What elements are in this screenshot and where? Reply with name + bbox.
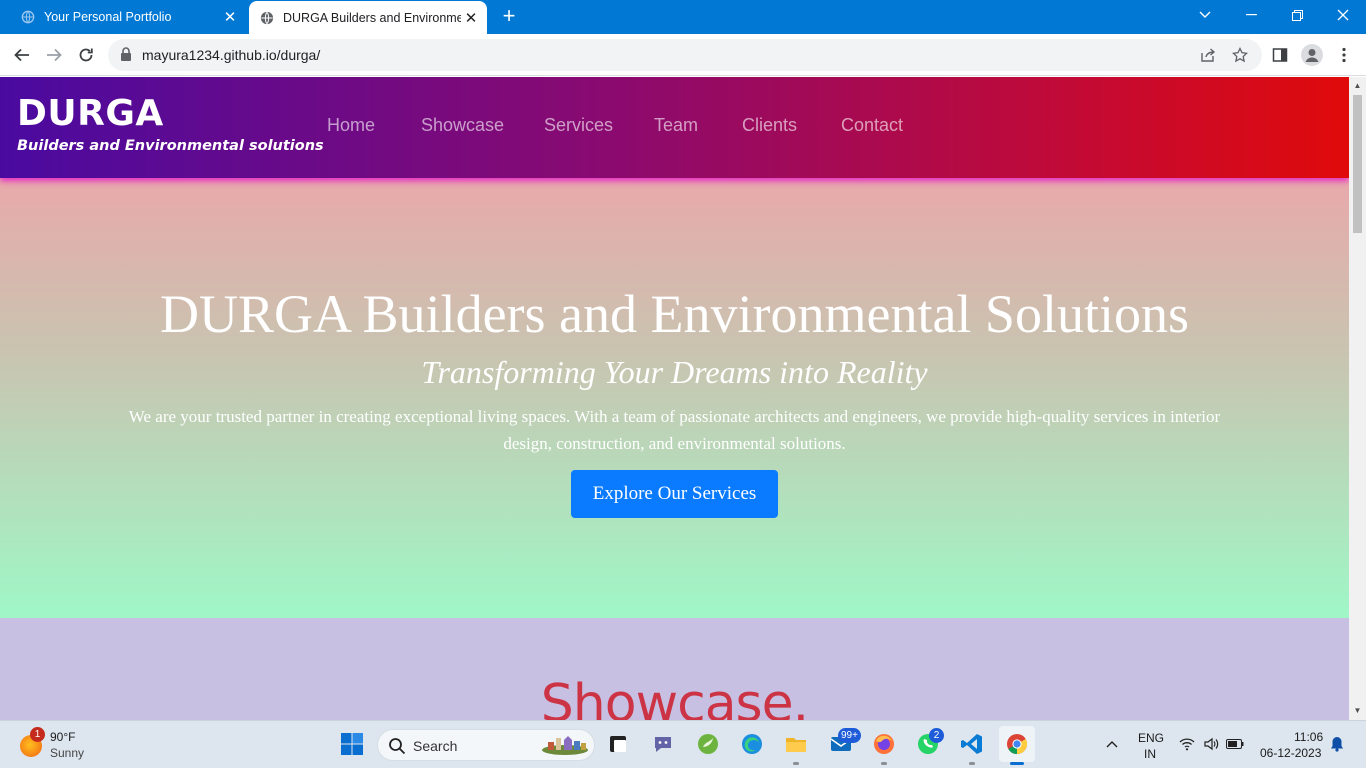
site-header: DURGA Builders and Environmental solutio… bbox=[0, 77, 1349, 178]
search-highlight-art-icon bbox=[540, 734, 590, 756]
running-indicator bbox=[969, 762, 975, 765]
page-viewport: DURGA Builders and Environmental solutio… bbox=[0, 77, 1349, 720]
tab-portfolio[interactable]: Your Personal Portfolio ✕ bbox=[8, 0, 246, 34]
wifi-icon[interactable] bbox=[1174, 729, 1200, 759]
globe-icon bbox=[259, 10, 275, 26]
nav-link-clients[interactable]: Clients bbox=[742, 115, 797, 136]
chrome-icon[interactable] bbox=[999, 726, 1035, 762]
tab-title: Your Personal Portfolio bbox=[44, 10, 172, 24]
task-view-icon[interactable] bbox=[603, 729, 633, 759]
share-icon[interactable] bbox=[1198, 45, 1218, 65]
brand-tagline: Builders and Environmental solutions bbox=[17, 138, 324, 154]
hero-description: We are your trusted partner in creating … bbox=[128, 407, 1221, 453]
close-tab-icon[interactable]: ✕ bbox=[220, 7, 240, 27]
search-placeholder: Search bbox=[413, 738, 458, 754]
spring-tool-icon[interactable] bbox=[693, 729, 723, 759]
active-indicator bbox=[1010, 762, 1024, 765]
chat-icon[interactable] bbox=[648, 729, 678, 759]
whatsapp-badge: 2 bbox=[929, 728, 944, 743]
scrollbar-thumb[interactable] bbox=[1353, 95, 1362, 233]
weather-badge: 1 bbox=[30, 727, 45, 742]
reload-icon[interactable] bbox=[72, 41, 100, 69]
nav-link-contact[interactable]: Contact bbox=[841, 115, 903, 136]
url-text[interactable]: mayura1234.github.io/durga/ bbox=[142, 47, 320, 63]
weather-temp: 90°F bbox=[50, 730, 76, 744]
browser-tab-strip: Your Personal Portfolio ✕ DURGA Builders… bbox=[0, 0, 1366, 34]
volume-icon[interactable] bbox=[1198, 729, 1224, 759]
brand-name: DURGA bbox=[17, 93, 164, 134]
more-menu-icon[interactable] bbox=[1330, 41, 1358, 69]
bookmark-star-icon[interactable] bbox=[1230, 45, 1250, 65]
minimize-button[interactable] bbox=[1228, 0, 1274, 30]
file-explorer-icon[interactable] bbox=[781, 729, 811, 759]
nav-link-showcase[interactable]: Showcase bbox=[421, 115, 504, 136]
hero-section: DURGA Builders and Environmental Solutio… bbox=[0, 178, 1349, 618]
taskbar: 1 90°F Sunny Search 99+ 2 ENG IN 11:06 0… bbox=[0, 720, 1366, 768]
back-arrow-icon[interactable] bbox=[8, 41, 36, 69]
mail-badge: 99+ bbox=[838, 728, 861, 743]
new-tab-button[interactable]: + bbox=[496, 5, 522, 29]
language-line2[interactable]: IN bbox=[1144, 747, 1156, 761]
notification-bell-icon[interactable] bbox=[1324, 729, 1350, 759]
nav-link-team[interactable]: Team bbox=[654, 115, 698, 136]
globe-icon bbox=[20, 9, 36, 25]
lock-icon[interactable] bbox=[120, 47, 132, 66]
scroll-down-arrow-icon[interactable]: ▼ bbox=[1353, 706, 1362, 715]
tab-durga[interactable]: DURGA Builders and Environme ✕ bbox=[249, 1, 487, 34]
showcase-section: Showcase. bbox=[0, 618, 1349, 720]
showcase-title: Showcase. bbox=[540, 674, 809, 720]
hero-title: DURGA Builders and Environmental Solutio… bbox=[160, 284, 1189, 344]
restore-button[interactable] bbox=[1274, 0, 1320, 30]
page-scrollbar[interactable]: ▲ ▼ bbox=[1349, 77, 1366, 720]
scroll-up-arrow-icon[interactable]: ▲ bbox=[1353, 81, 1362, 90]
profile-avatar-icon[interactable] bbox=[1298, 41, 1326, 69]
weather-condition: Sunny bbox=[50, 746, 85, 760]
running-indicator bbox=[881, 762, 887, 765]
chevron-up-icon[interactable] bbox=[1097, 729, 1127, 759]
vscode-icon[interactable] bbox=[957, 729, 987, 759]
browser-toolbar: mayura1234.github.io/durga/ bbox=[0, 34, 1366, 76]
running-indicator bbox=[793, 762, 799, 765]
forward-arrow-icon[interactable] bbox=[40, 41, 68, 69]
explore-services-button[interactable]: Explore Our Services bbox=[571, 470, 778, 518]
side-panel-icon[interactable] bbox=[1266, 41, 1294, 69]
battery-icon[interactable] bbox=[1222, 729, 1248, 759]
close-window-button[interactable] bbox=[1320, 0, 1366, 30]
brand-logo[interactable]: DURGA Builders and Environmental solutio… bbox=[17, 93, 324, 154]
taskbar-search[interactable]: Search bbox=[377, 729, 595, 761]
hero-subtitle: Transforming Your Dreams into Reality bbox=[421, 354, 928, 390]
nav-link-home[interactable]: Home bbox=[327, 115, 375, 136]
tab-title: DURGA Builders and Environme bbox=[283, 10, 461, 25]
nav-link-services[interactable]: Services bbox=[544, 115, 613, 136]
search-icon bbox=[388, 737, 406, 760]
tab-search-chevron-icon[interactable] bbox=[1182, 0, 1228, 30]
clock-date[interactable]: 06-12-2023 bbox=[1260, 746, 1321, 760]
clock-time[interactable]: 11:06 bbox=[1294, 730, 1323, 744]
language-line1[interactable]: ENG bbox=[1138, 731, 1164, 745]
address-bar[interactable]: mayura1234.github.io/durga/ bbox=[108, 39, 1262, 71]
close-tab-icon[interactable]: ✕ bbox=[461, 8, 481, 28]
windows-start-icon[interactable] bbox=[337, 729, 367, 759]
edge-browser-icon[interactable] bbox=[737, 729, 767, 759]
firefox-icon[interactable] bbox=[869, 729, 899, 759]
